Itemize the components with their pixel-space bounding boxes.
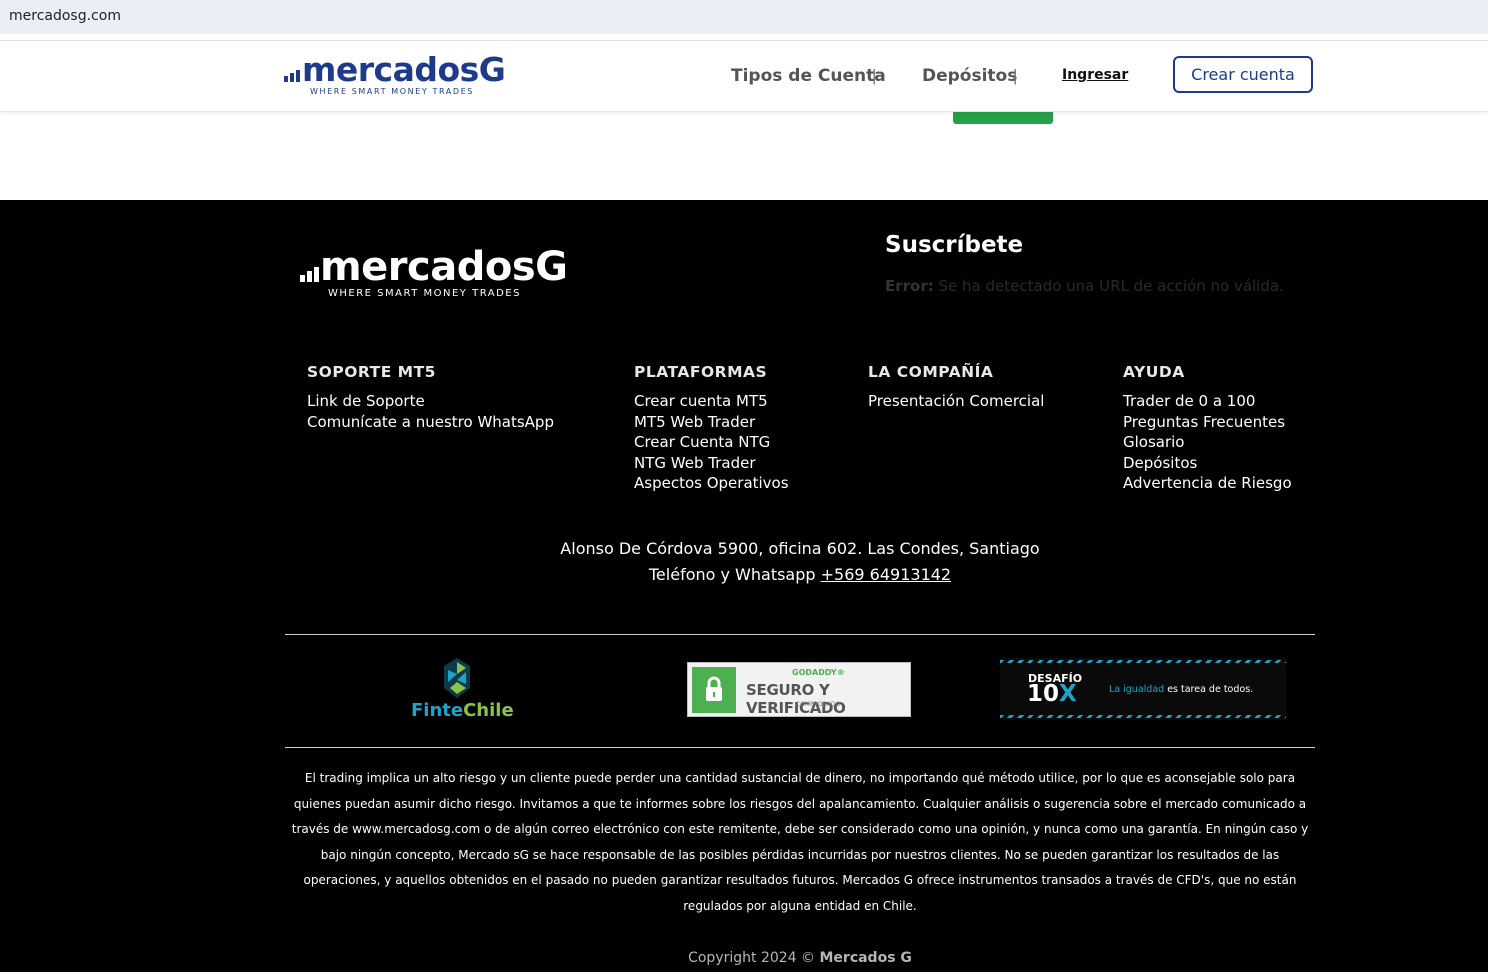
site-header: mercadosG WHERE SMART MONEY TRADES Tipos… bbox=[0, 40, 1488, 112]
godaddy-main-text: SEGURO Y VERIFICADO bbox=[746, 681, 846, 717]
footer-link[interactable]: Crear cuenta MT5 bbox=[634, 391, 789, 412]
desafio-number: 10X bbox=[1027, 681, 1077, 707]
footer-link[interactable]: MT5 Web Trader bbox=[634, 412, 789, 433]
desafio-10x-badge[interactable]: DESAFÍO 10X La igualdad es tarea de todo… bbox=[1000, 658, 1286, 720]
desafio-num: 10 bbox=[1027, 681, 1060, 707]
column-title: AYUDA bbox=[1123, 363, 1185, 381]
logo-wordmark: mercadosG bbox=[320, 244, 568, 290]
browser-url-bar[interactable]: mercadosg.com bbox=[0, 0, 1488, 34]
nav-tipos-de-cuenta[interactable]: Tipos de Cuenta bbox=[731, 66, 886, 86]
error-text: Se ha detectado una URL de acción no vál… bbox=[938, 277, 1284, 295]
logo-wordmark: mercadosG bbox=[302, 50, 506, 89]
fintechile-logo-icon bbox=[444, 658, 470, 698]
logo-tagline: WHERE SMART MONEY TRADES bbox=[328, 288, 521, 299]
footer-col-plataformas: PLATAFORMAS Crear cuenta MT5 MT5 Web Tra… bbox=[634, 363, 789, 494]
phone-label: Teléfono y Whatsapp bbox=[648, 565, 816, 584]
divider bbox=[285, 747, 1315, 748]
footer-link[interactable]: Aspectos Operativos bbox=[634, 473, 789, 494]
footer-address: Alonso De Córdova 5900, oficina 602. Las… bbox=[560, 539, 1040, 558]
risk-disclaimer: El trading implica un alto riesgo y un c… bbox=[291, 771, 1309, 913]
slogan-rest: es tarea de todos. bbox=[1164, 684, 1254, 695]
footer-link[interactable]: Comunícate a nuestro WhatsApp bbox=[307, 412, 554, 433]
footer-link[interactable]: Presentación Comercial bbox=[868, 391, 1044, 412]
footer-col-ayuda: AYUDA Trader de 0 a 100 Preguntas Frecue… bbox=[1123, 363, 1292, 494]
header-logo[interactable]: mercadosG WHERE SMART MONEY TRADES bbox=[284, 50, 506, 98]
error-label: Error: bbox=[885, 277, 934, 295]
phone-link[interactable]: +569 64913142 bbox=[821, 565, 951, 584]
decorative-stripe bbox=[1000, 660, 1286, 663]
footer-link[interactable]: Advertencia de Riesgo bbox=[1123, 473, 1292, 494]
footer-phone: Teléfono y Whatsapp +569 64913142 bbox=[0, 565, 1488, 584]
footer-link[interactable]: Link de Soporte bbox=[307, 391, 554, 412]
godaddy-bottom-text: COMPROBADO bbox=[796, 701, 841, 708]
slogan-accent: La igualdad bbox=[1109, 684, 1165, 695]
footer-link[interactable]: Depósitos bbox=[1123, 453, 1292, 474]
column-title: PLATAFORMAS bbox=[634, 363, 768, 381]
logo-bars-icon bbox=[300, 266, 322, 282]
desafio-x: X bbox=[1059, 681, 1077, 707]
create-account-button[interactable]: Crear cuenta bbox=[1173, 56, 1313, 93]
divider bbox=[285, 634, 1315, 635]
column-title: SOPORTE MT5 bbox=[307, 363, 436, 381]
site-footer: mercadosG WHERE SMART MONEY TRADES Suscr… bbox=[0, 200, 1488, 972]
login-link[interactable]: Ingresar bbox=[1062, 67, 1128, 83]
footer-link[interactable]: Crear Cuenta NTG bbox=[634, 432, 789, 453]
footer-link[interactable]: Trader de 0 a 100 bbox=[1123, 391, 1292, 412]
url-text[interactable]: mercadosg.com bbox=[9, 8, 121, 24]
fintechile-badge[interactable]: FinteChile bbox=[411, 658, 514, 721]
subscribe-title: Suscríbete bbox=[885, 232, 1024, 258]
subscribe-error: Error: Se ha detectado una URL de acción… bbox=[885, 277, 1284, 295]
footer-col-soporte: SOPORTE MT5 Link de Soporte Comunícate a… bbox=[307, 363, 554, 432]
footer-logo[interactable]: mercadosG WHERE SMART MONEY TRADES bbox=[300, 244, 568, 304]
fintechile-label-b: Chile bbox=[463, 700, 514, 721]
column-title: LA COMPAÑÍA bbox=[868, 363, 994, 381]
godaddy-verified-badge[interactable]: GODADDY® SEGURO Y VERIFICADO COMPROBADO bbox=[687, 662, 911, 717]
footer-link[interactable]: Preguntas Frecuentes bbox=[1123, 412, 1292, 433]
decorative-stripe bbox=[1000, 715, 1286, 718]
fintechile-label: FinteChile bbox=[411, 700, 514, 721]
nav-depositos[interactable]: Depósitos bbox=[922, 66, 1017, 86]
fintechile-label-a: Finte bbox=[411, 700, 464, 721]
godaddy-top-text: GODADDY® bbox=[792, 668, 845, 677]
footer-link[interactable]: NTG Web Trader bbox=[634, 453, 789, 474]
footer-col-compania: LA COMPAÑÍA Presentación Comercial bbox=[868, 363, 1044, 412]
nav-separator: | bbox=[872, 66, 877, 85]
desafio-slogan: La igualdad es tarea de todos. bbox=[1109, 684, 1253, 695]
lock-icon bbox=[692, 667, 736, 713]
footer-link[interactable]: Glosario bbox=[1123, 432, 1292, 453]
copyright-brand: Mercados G bbox=[819, 950, 912, 966]
nav-separator: | bbox=[1013, 66, 1018, 85]
logo-tagline: WHERE SMART MONEY TRADES bbox=[310, 87, 474, 96]
copyright: Copyright 2024 © Mercados G bbox=[0, 950, 1488, 966]
copyright-text: Copyright 2024 © bbox=[688, 950, 816, 966]
